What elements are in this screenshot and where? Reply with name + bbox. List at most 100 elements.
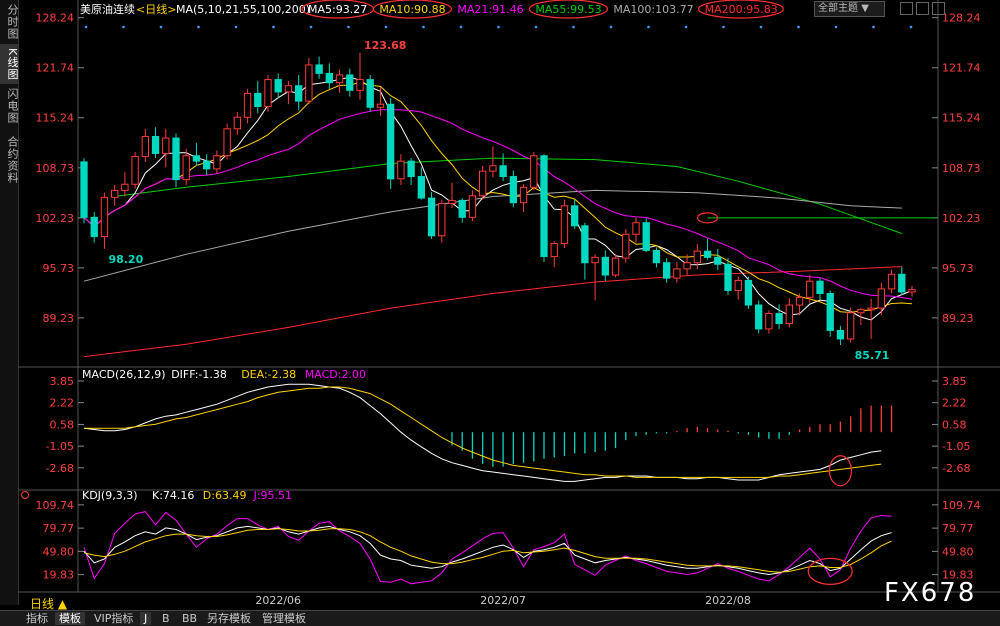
tab-manage-template[interactable]: 管理模板 [258, 612, 310, 625]
bottom-toolbar: 指标 模板 VIP指标 J B BB 另存模板 管理模板 [0, 610, 1000, 626]
kdj-y-tick-right: 109.74 [942, 499, 981, 512]
candle-up [560, 205, 569, 244]
candle-down [417, 176, 426, 199]
candle-up [765, 313, 773, 330]
kdj-legend-2: D:63.49 [203, 489, 247, 502]
tab-save-template[interactable]: 另存模板 [203, 612, 255, 625]
candle-up [693, 250, 702, 264]
candle-down [509, 176, 518, 204]
tab-indicator[interactable]: 指标 [22, 612, 52, 625]
chart-canvas: 128.24 128.24121.74 121.74115.24 115.24108.… [18, 0, 1000, 607]
price-annotation: 85.71 [855, 349, 890, 362]
candle-up [468, 195, 477, 218]
minimize-icon[interactable] [900, 2, 913, 15]
kdj-y-tick-left: 109.74 [36, 499, 75, 512]
macd-y-tick-right: 0.58 [942, 418, 967, 431]
macd-legend-3: MACD:2.00 [305, 368, 366, 381]
macd-y-tick-left: 3.85 [50, 375, 75, 388]
candle-up [448, 199, 456, 204]
main-y-tick-left: 108.73 [36, 162, 75, 175]
kdj-legend-0: KDJ(9,3,3) [82, 489, 138, 502]
candle-down [775, 313, 783, 325]
candle-down [254, 92, 262, 108]
main-y-tick-right: 115.24 [942, 112, 981, 125]
macd-y-tick-right: -1.05 [942, 440, 970, 453]
candle-up [243, 92, 252, 118]
macd-y-tick-left: 2.22 [50, 397, 75, 410]
macd-y-tick-left: 0.58 [50, 418, 75, 431]
candle-down [458, 199, 466, 218]
candle-up [478, 170, 487, 197]
candle-up [233, 116, 242, 130]
candle-down [570, 205, 579, 227]
main-y-tick-left: 89.23 [43, 312, 75, 325]
macd-legend-1: DIFF:-1.38 [171, 368, 227, 381]
candle-down [540, 155, 548, 258]
ma-settings: MA(5,10,21,55,100,200) [176, 3, 310, 16]
macd-y-tick-left: -2.68 [46, 462, 74, 475]
candle-down [80, 161, 88, 218]
candle-down [172, 137, 180, 181]
candle-up [162, 137, 170, 154]
candle-up [284, 85, 293, 93]
candle-up [356, 79, 364, 91]
ma-legend-2: MA21:91.46 [457, 3, 523, 16]
kdj-k-line [83, 525, 892, 576]
candle-up [519, 186, 528, 204]
macd-legend-2: DEA:-2.38 [241, 368, 296, 381]
tab-j[interactable]: J [140, 612, 152, 625]
candle-down [898, 273, 906, 293]
kdj-y-tick-left: 49.80 [43, 545, 75, 558]
macd-y-tick-right: -2.68 [942, 462, 970, 475]
marker-dot [909, 25, 913, 29]
price-annotation: 98.20 [108, 253, 143, 266]
macd-y-tick-right: 3.85 [942, 375, 967, 388]
candle-up [785, 304, 794, 325]
restore-icon[interactable] [916, 2, 929, 15]
candle-down [826, 293, 834, 331]
kdj-y-tick-left: 19.83 [43, 569, 75, 582]
tab-template[interactable]: 模板 [55, 612, 85, 625]
candle-up [622, 233, 630, 259]
ma-legend-0: MA5:93.27 [308, 3, 367, 16]
candle-up [530, 155, 538, 188]
candle-up [877, 288, 886, 309]
candle-up [489, 165, 497, 172]
candle-down [652, 249, 661, 264]
candle-up [857, 309, 865, 314]
candle-down [581, 225, 589, 264]
candle-down [192, 155, 201, 162]
marker-dot [459, 25, 463, 29]
candle-up [141, 136, 150, 158]
candle-down [744, 279, 753, 306]
candle-down [386, 103, 395, 180]
ma-legend-5: MA200:95.83 [705, 3, 778, 16]
candle-down [662, 262, 671, 279]
candle-up [795, 296, 804, 306]
marker-dot [272, 25, 275, 29]
ma-line-ma10 [83, 81, 913, 314]
marker-dot [84, 25, 88, 29]
candle-down [601, 256, 610, 276]
candle-up [438, 202, 446, 237]
candle-up [887, 273, 896, 290]
main-y-tick-right: 102.23 [942, 212, 981, 225]
kdj-legend-1: K:74.16 [152, 489, 194, 502]
candle-down [90, 216, 98, 238]
candle-up [305, 64, 313, 102]
theme-dropdown[interactable]: 全部主题 ▼ [814, 1, 885, 17]
marker-dot [309, 25, 313, 29]
candle-down [703, 250, 712, 258]
candle-up [734, 279, 742, 291]
kdj-j-line [83, 511, 892, 585]
tab-b[interactable]: B [158, 612, 174, 625]
close-icon[interactable] [932, 2, 945, 15]
marker-dot [872, 25, 875, 29]
tab-bb[interactable]: BB [178, 612, 201, 625]
chevron-down-icon: ▼ [861, 3, 869, 14]
main-y-tick-left: 121.74 [36, 62, 75, 75]
macd-y-tick-left: -1.05 [46, 440, 74, 453]
candle-up [611, 257, 620, 276]
kdj-y-tick-left: 79.77 [43, 522, 75, 535]
tab-vip-indicator[interactable]: VIP指标 [90, 612, 137, 625]
